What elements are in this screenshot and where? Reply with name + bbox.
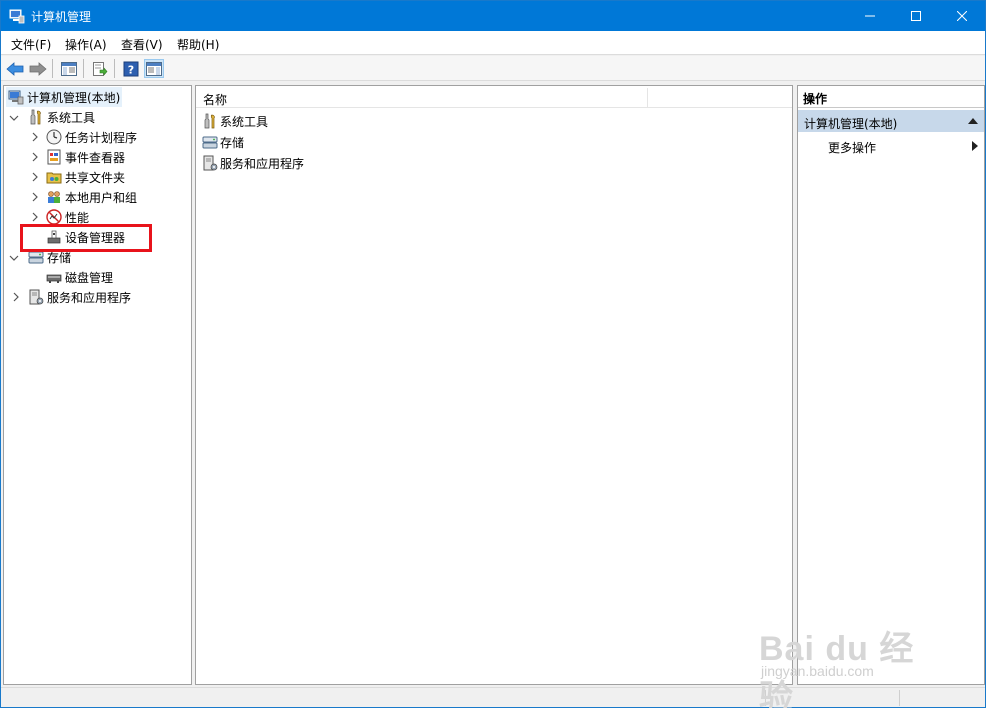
maximize-icon	[911, 11, 921, 21]
console-tree[interactable]: 计算机管理(本地) 系统工具 任务计划程序 事件查看器 共享文件夹 本地用户和组	[3, 85, 192, 685]
show-hide-action-pane-button[interactable]	[144, 59, 164, 78]
chevron-right-icon[interactable]	[11, 292, 21, 302]
more-actions-item[interactable]: 更多操作	[828, 139, 876, 156]
disk-management-icon	[46, 274, 62, 283]
tree-label: 任务计划程序	[65, 130, 138, 145]
tree-item-local-users-groups[interactable]: 本地用户和组	[46, 187, 137, 207]
chevron-down-icon[interactable]	[9, 113, 19, 123]
services-icon	[29, 289, 44, 305]
back-button[interactable]	[5, 59, 25, 78]
minimize-button[interactable]	[847, 1, 893, 31]
actions-section-computer-management[interactable]: 计算机管理(本地)	[798, 110, 984, 132]
chevron-right-icon[interactable]	[30, 192, 40, 202]
title-bar[interactable]: 计算机管理	[1, 1, 985, 31]
list-item-label: 服务和应用程序	[220, 156, 305, 171]
toolbar-separator	[83, 59, 84, 78]
submenu-arrow-icon[interactable]	[972, 141, 978, 151]
tree-label: 性能	[65, 210, 90, 225]
tree-label: 事件查看器	[65, 150, 126, 165]
tree-item-task-scheduler[interactable]: 任务计划程序	[46, 127, 137, 147]
export-list-icon	[93, 61, 108, 76]
tree-root-computer-management[interactable]: 计算机管理(本地)	[6, 87, 123, 107]
users-icon	[48, 191, 60, 203]
toolbar-separator	[52, 59, 53, 78]
forward-button[interactable]	[28, 59, 48, 78]
toolbar: ?	[1, 56, 985, 81]
maximize-button[interactable]	[893, 1, 939, 31]
column-name-header[interactable]: 名称	[203, 91, 227, 108]
computer-management-icon	[9, 9, 25, 24]
watermark: Bai du 经验 jingyan.baidu.com	[757, 601, 937, 708]
export-list-button[interactable]	[90, 59, 110, 78]
console-tree-icon	[61, 61, 77, 76]
chevron-right-icon[interactable]	[30, 152, 40, 162]
highlight-annotation	[20, 224, 152, 252]
tree-label: 磁盘管理	[65, 270, 114, 285]
close-icon	[957, 11, 967, 21]
tree-label: 计算机管理(本地)	[27, 90, 121, 105]
actions-section-label: 计算机管理(本地)	[804, 117, 898, 131]
tools-icon	[204, 113, 215, 129]
column-header[interactable]: 名称	[196, 86, 792, 108]
chevron-right-icon[interactable]	[30, 132, 40, 142]
actions-header: 操作	[798, 86, 984, 108]
tree-item-event-viewer[interactable]: 事件查看器	[46, 147, 125, 167]
menu-action[interactable]: 操作(A)	[65, 36, 107, 53]
chevron-right-icon[interactable]	[30, 212, 40, 222]
services-icon	[203, 155, 218, 171]
tree-item-system-tools[interactable]: 系统工具	[28, 107, 95, 127]
chevron-down-icon[interactable]	[9, 253, 19, 263]
shared-folder-icon	[46, 172, 62, 184]
minimize-icon	[865, 15, 875, 17]
tree-label: 本地用户和组	[65, 190, 138, 205]
chevron-right-icon[interactable]	[30, 172, 40, 182]
close-button[interactable]	[939, 1, 985, 31]
tools-icon	[30, 109, 41, 125]
help-button[interactable]: ?	[121, 59, 141, 78]
action-pane-icon	[146, 61, 162, 76]
menu-view[interactable]: 查看(V)	[121, 36, 163, 53]
back-arrow-icon	[6, 61, 24, 76]
tree-label: 系统工具	[47, 110, 96, 125]
collapse-up-icon[interactable]	[968, 118, 978, 124]
menu-file[interactable]: 文件(F)	[11, 36, 51, 53]
toolbar-separator	[114, 59, 115, 78]
list-item-label: 存储	[220, 135, 245, 150]
menu-bar: 文件(F) 操作(A) 查看(V) 帮助(H)	[1, 31, 985, 55]
tree-item-shared-folders[interactable]: 共享文件夹	[46, 167, 125, 187]
computer-management-icon	[8, 90, 24, 105]
tree-item-disk-management[interactable]: 磁盘管理	[46, 267, 113, 287]
storage-icon	[202, 136, 218, 149]
computer-management-window: 计算机管理 文件(F) 操作(A) 查看(V) 帮助(H) ? 计算机管理(本地…	[0, 0, 986, 708]
tree-label: 共享文件夹	[65, 170, 126, 185]
svg-text:?: ?	[128, 63, 134, 76]
forward-arrow-icon	[29, 61, 47, 76]
tree-item-services-applications[interactable]: 服务和应用程序	[28, 287, 131, 307]
tree-label: 服务和应用程序	[47, 290, 132, 305]
clock-icon	[46, 129, 62, 145]
actions-pane: 操作 计算机管理(本地) 更多操作	[797, 85, 985, 685]
list-item[interactable]: 存储	[202, 132, 244, 152]
watermark-url: jingyan.baidu.com	[761, 663, 874, 679]
menu-help[interactable]: 帮助(H)	[177, 36, 219, 53]
column-divider[interactable]	[647, 88, 648, 108]
performance-icon	[46, 209, 62, 225]
help-icon: ?	[123, 61, 139, 76]
list-item[interactable]: 服务和应用程序	[202, 153, 304, 173]
results-pane[interactable]: 名称 系统工具 存储 服务和应用程序	[195, 85, 793, 685]
event-viewer-icon	[47, 149, 61, 165]
list-item-label: 系统工具	[220, 114, 269, 129]
show-hide-console-tree-button[interactable]	[59, 59, 79, 78]
window-title: 计算机管理	[31, 10, 92, 24]
list-item[interactable]: 系统工具	[202, 111, 268, 131]
